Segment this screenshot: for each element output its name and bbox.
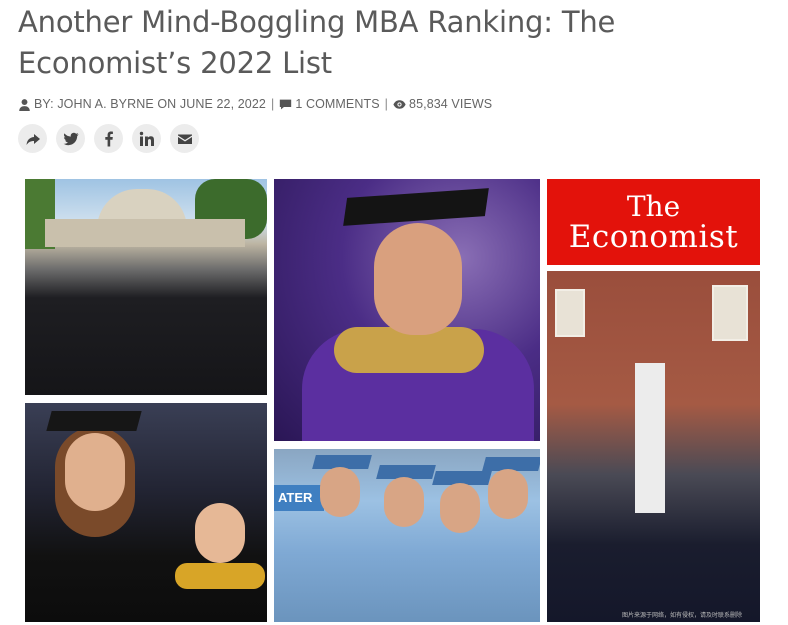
email-button[interactable] [170, 124, 199, 153]
image-watermark: 图片来源于网络，如有侵权，请及时联系删除 [622, 613, 743, 619]
user-icon [19, 98, 30, 111]
views-count: 85,834 VIEWS [409, 97, 493, 111]
linkedin-button[interactable] [132, 124, 161, 153]
banner-text: ATER [278, 490, 313, 505]
facebook-icon [104, 131, 113, 146]
graduation-collage: The Economist ATER [25, 179, 760, 622]
facebook-button[interactable] [94, 124, 123, 153]
photo-smiling-graduate [274, 179, 540, 441]
linkedin-icon [139, 131, 154, 146]
email-icon [177, 134, 192, 144]
economist-cover: The Economist [547, 179, 760, 622]
article-title: Another Mind-Boggling MBA Ranking: The E… [18, 5, 616, 80]
eye-icon [393, 99, 406, 109]
share-icon [26, 133, 40, 145]
photo-columbia-graduates: ATER [274, 449, 540, 622]
share-bar [18, 124, 199, 153]
comment-icon [280, 99, 292, 109]
byline: BY: JOHN A. BYRNE ON JUNE 22, 2022 [34, 97, 266, 111]
comments-count[interactable]: 1 COMMENTS [295, 97, 379, 111]
photo-mit-graduates [25, 179, 267, 395]
twitter-button[interactable] [56, 124, 85, 153]
article-meta: BY: JOHN A. BYRNE ON JUNE 22, 2022 | 1 C… [18, 96, 492, 112]
economist-logo: The Economist [547, 179, 760, 265]
share-button[interactable] [18, 124, 47, 153]
twitter-icon [63, 132, 78, 145]
photo-women-graduates [25, 403, 267, 622]
